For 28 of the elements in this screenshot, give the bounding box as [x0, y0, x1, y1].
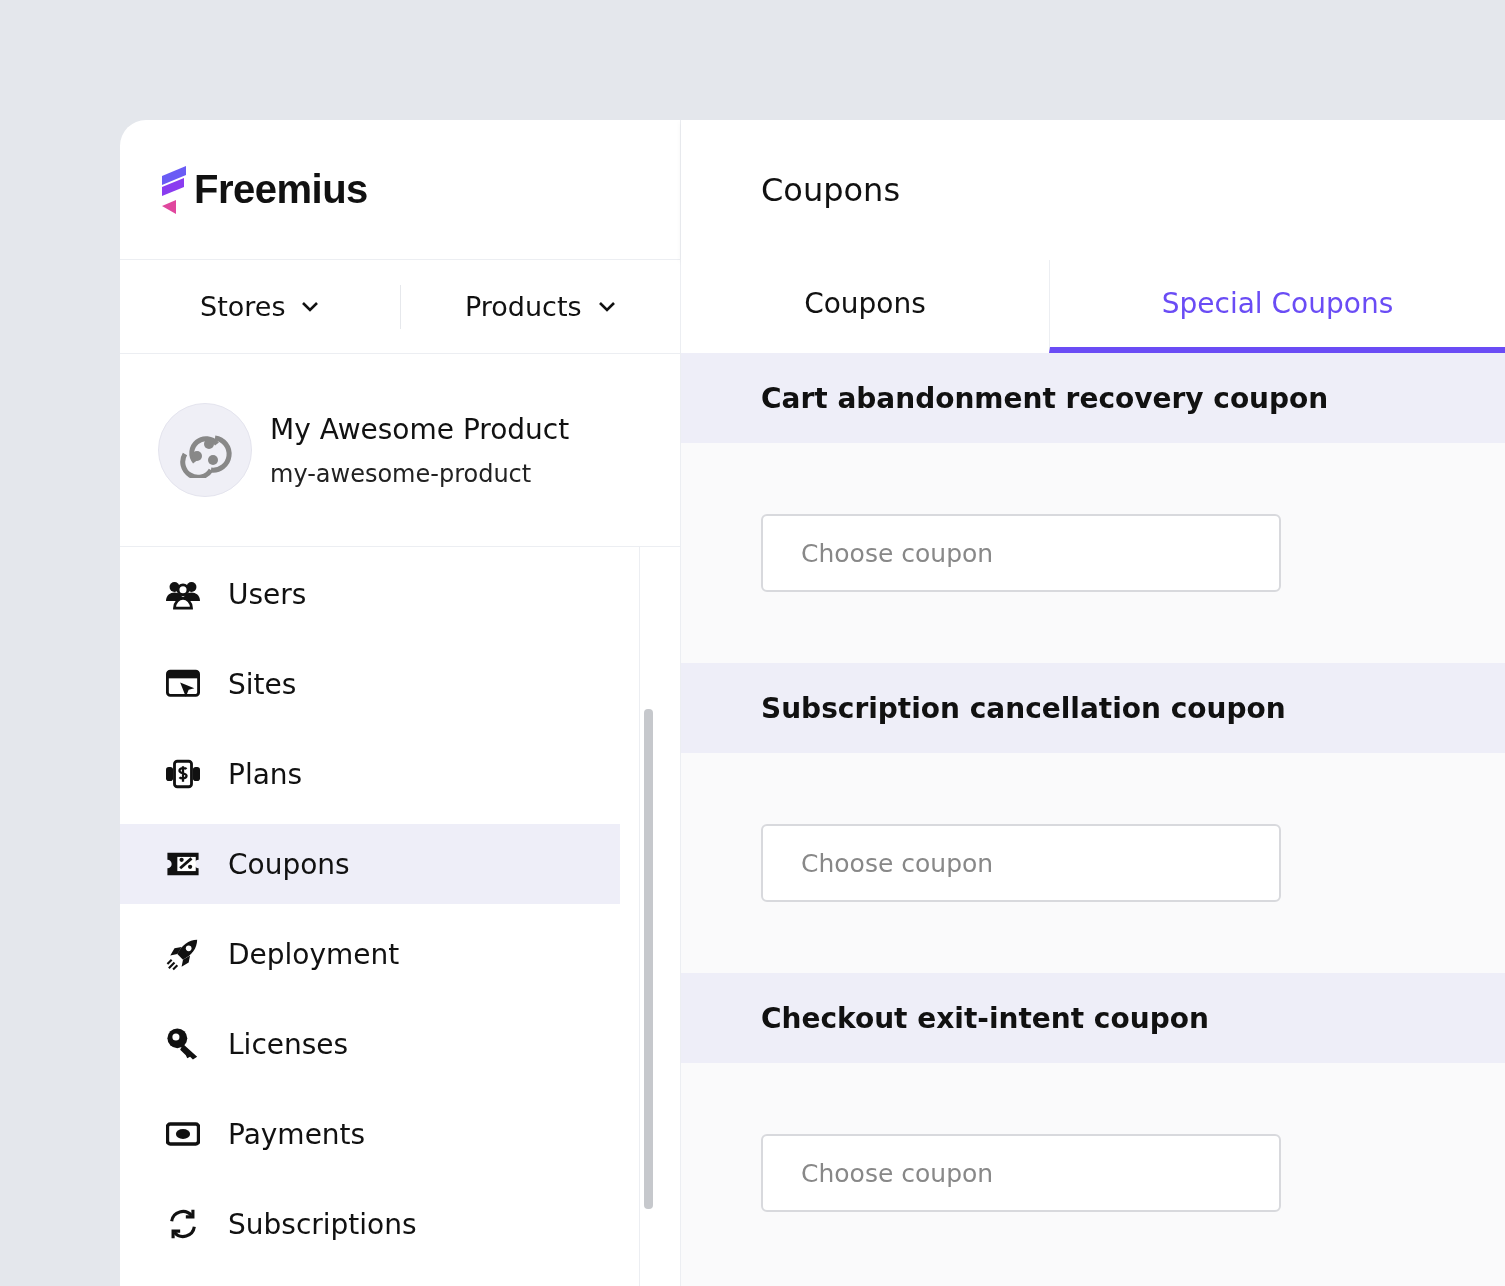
- sidebar-item[interactable]: Deployment: [120, 914, 620, 994]
- sidebar-item[interactable]: Subscriptions: [120, 1184, 620, 1264]
- section-heading: Subscription cancellation coupon: [681, 663, 1505, 753]
- sidebar-item[interactable]: Licenses: [120, 1004, 620, 1084]
- sidebar-item[interactable]: Coupons: [120, 824, 620, 904]
- page-title: Coupons: [681, 120, 1505, 260]
- product-slug: my-awesome-product: [270, 459, 533, 488]
- section-heading: Cart abandonment recovery coupon: [681, 353, 1505, 443]
- section-heading: Checkout exit-intent coupon: [681, 973, 1505, 1063]
- key-icon: [166, 1027, 200, 1061]
- dropdown-button[interactable]: Stores: [120, 284, 400, 329]
- coupon-select-field[interactable]: Choose coupon: [761, 1134, 1281, 1212]
- sidebar-item[interactable]: Sites: [120, 644, 620, 724]
- chevron-icon: [597, 300, 616, 313]
- sidebar-item[interactable]: Plans: [120, 734, 620, 814]
- logo-icon: [160, 165, 188, 214]
- logo-text: Freemius: [194, 167, 368, 212]
- rocket-icon: [166, 937, 200, 971]
- dropdown-button[interactable]: Products: [399, 284, 680, 329]
- chevron-icon: [301, 300, 320, 313]
- product-name: My Awesome Product: [270, 412, 570, 446]
- sidebar-item[interactable]: Payments: [120, 1094, 620, 1174]
- coupon-select-field[interactable]: Choose coupon: [761, 824, 1281, 902]
- scrollbar-thumb[interactable]: [644, 709, 653, 1209]
- dollar-icon: [166, 757, 200, 791]
- sidebar-item[interactable]: Users: [120, 554, 620, 634]
- coupon-select-field[interactable]: Choose coupon: [761, 514, 1281, 592]
- tab[interactable]: Coupons: [681, 260, 1049, 353]
